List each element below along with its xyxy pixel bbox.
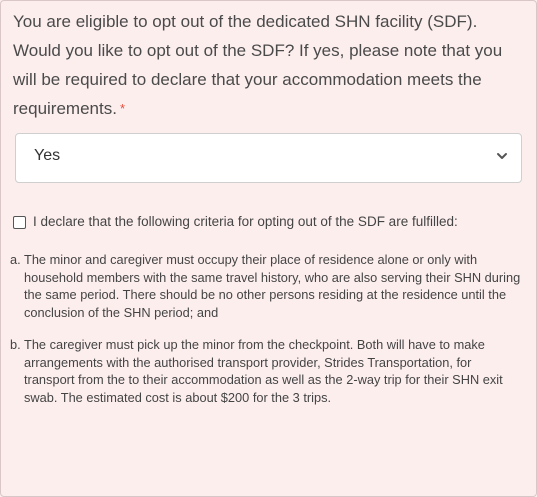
- required-marker: *: [119, 101, 125, 116]
- declaration-checkbox[interactable]: [13, 216, 26, 229]
- chevron-down-icon: [497, 153, 507, 159]
- select-value: Yes: [34, 147, 61, 164]
- criteria-marker: a.: [10, 252, 21, 267]
- criteria-marker: b.: [10, 337, 21, 352]
- sdf-opt-out-panel: You are eligible to opt out of the dedic…: [0, 0, 537, 497]
- opt-out-select[interactable]: Yes: [15, 133, 522, 183]
- criteria-text: The minor and caregiver must occupy thei…: [24, 252, 521, 320]
- opt-out-question: You are eligible to opt out of the dedic…: [1, 1, 536, 123]
- criteria-item-b: b. The caregiver must pick up the minor …: [10, 336, 522, 406]
- criteria-text: The caregiver must pick up the minor fro…: [24, 337, 503, 405]
- question-text: You are eligible to opt out of the dedic…: [13, 12, 503, 118]
- criteria-item-a: a. The minor and caregiver must occupy t…: [10, 251, 522, 321]
- declaration-label: I declare that the following criteria fo…: [33, 214, 458, 229]
- criteria-list: a. The minor and caregiver must occupy t…: [10, 251, 522, 406]
- declaration-row[interactable]: I declare that the following criteria fo…: [13, 213, 524, 231]
